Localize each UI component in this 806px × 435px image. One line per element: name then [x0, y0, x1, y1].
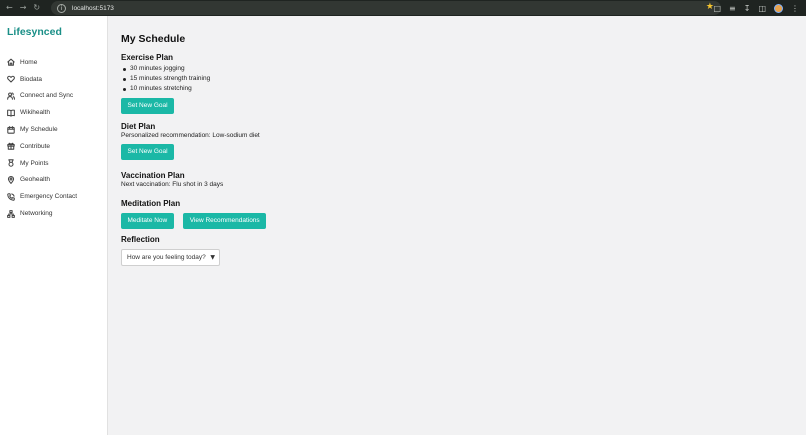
sidebar-item-my-schedule[interactable]: My Schedule: [7, 121, 77, 138]
meditation-plan-heading: Meditation Plan: [121, 199, 181, 208]
sidebar-menu: Home Biodata Connect and Sync Wikihealth…: [7, 54, 77, 222]
sidebar-item-home[interactable]: Home: [7, 54, 77, 71]
sidebar-item-label: Networking: [20, 210, 53, 218]
users-icon: [7, 92, 15, 100]
gift-icon: [7, 143, 15, 151]
downloads-icon[interactable]: ↧: [744, 4, 751, 13]
back-icon[interactable]: ←: [6, 4, 13, 12]
diet-recommendation: Personalized recommendation: Low-sodium …: [121, 132, 260, 139]
sidebar-item-connect-and-sync[interactable]: Connect and Sync: [7, 88, 77, 105]
diet-plan-section: Diet Plan Personalized recommendation: L…: [121, 122, 421, 160]
sidebar-item-label: Contribute: [20, 142, 50, 150]
list-item: 30 minutes jogging: [121, 64, 421, 74]
profile-icon[interactable]: [774, 3, 783, 13]
main-content: My Schedule Exercise Plan 30 minutes jog…: [121, 33, 267, 266]
book-icon: [7, 109, 15, 117]
sidebar-item-label: My Points: [20, 159, 49, 167]
diet-set-new-goal-button[interactable]: Set New Goal: [121, 144, 175, 160]
exercise-plan-section: Exercise Plan 30 minutes jogging 15 minu…: [121, 53, 421, 114]
meditation-plan-section: Meditation Plan Meditate Now View Recomm…: [121, 199, 421, 229]
split-icon[interactable]: ◫: [758, 4, 766, 13]
sidebar-item-label: Biodata: [20, 75, 43, 83]
sidebar-item-my-points[interactable]: My Points: [7, 155, 77, 172]
medal-icon: [8, 159, 14, 167]
diet-plan-heading: Diet Plan: [121, 122, 156, 131]
next-vaccination-text: Next vaccination: Flu shot in 3 days: [121, 181, 224, 188]
sidebar-item-networking[interactable]: Networking: [7, 205, 77, 222]
sidebar-item-geohealth[interactable]: Geohealth: [7, 172, 77, 189]
app-logo[interactable]: Lifesynced: [7, 26, 62, 38]
sidebar: Lifesynced Home Biodata Connect and Sync…: [0, 16, 108, 435]
exercise-set-new-goal-button[interactable]: Set New Goal: [121, 98, 175, 114]
extensions-icon[interactable]: □: [713, 4, 721, 13]
feeling-select[interactable]: How are you feeling today? ▼: [121, 249, 220, 266]
feeling-select-value: How are you feeling today?: [127, 254, 206, 261]
calendar-icon: [7, 125, 15, 134]
site-info-icon[interactable]: i: [57, 3, 66, 13]
reflection-heading: Reflection: [121, 235, 160, 244]
sidebar-item-label: Wikihealth: [20, 109, 50, 117]
vaccination-plan-heading: Vaccination Plan: [121, 171, 185, 180]
vaccination-plan-section: Vaccination Plan Next vaccination: Flu s…: [121, 171, 421, 188]
sidebar-item-label: Geohealth: [20, 176, 50, 184]
sidebar-item-biodata[interactable]: Biodata: [7, 71, 77, 88]
meditate-now-button[interactable]: Meditate Now: [121, 213, 174, 229]
home-icon: [7, 59, 15, 67]
page-title: My Schedule: [121, 33, 186, 45]
url-text[interactable]: localhost:5173: [72, 5, 114, 12]
sidebar-item-label: My Schedule: [20, 126, 58, 134]
sidebar-item-label: Connect and Sync: [20, 92, 74, 100]
phone-icon: [7, 192, 15, 201]
network-icon: [7, 209, 15, 218]
media-icon[interactable]: ≡: [729, 4, 736, 13]
address-bar[interactable]: i localhost:5173 ★: [51, 1, 721, 15]
view-recommendations-button[interactable]: View Recommendations: [183, 213, 267, 229]
chevron-down-icon: ▼: [210, 254, 215, 261]
heart-icon: [7, 75, 15, 83]
menu-icon[interactable]: ⋮: [791, 4, 799, 13]
browser-toolbar: ← → ↻ i localhost:5173 ★ □ ≡ ↧ ◫ ⋮: [0, 0, 806, 16]
sidebar-item-emergency-contact[interactable]: Emergency Contact: [7, 188, 77, 205]
exercise-plan-heading: Exercise Plan: [121, 53, 174, 62]
exercise-list: 30 minutes jogging 15 minutes strength t…: [121, 64, 421, 94]
reload-icon[interactable]: ↻: [33, 4, 40, 12]
sidebar-item-wikihealth[interactable]: Wikihealth: [7, 104, 77, 121]
list-item: 10 minutes stretching: [121, 84, 421, 94]
sidebar-item-label: Emergency Contact: [20, 193, 78, 201]
forward-icon[interactable]: →: [20, 4, 27, 12]
sidebar-item-label: Home: [20, 58, 38, 66]
sidebar-item-contribute[interactable]: Contribute: [7, 138, 77, 155]
map-pin-icon: [7, 176, 15, 184]
list-item: 15 minutes strength training: [121, 74, 421, 84]
reflection-section: Reflection How are you feeling today? ▼: [121, 235, 421, 266]
